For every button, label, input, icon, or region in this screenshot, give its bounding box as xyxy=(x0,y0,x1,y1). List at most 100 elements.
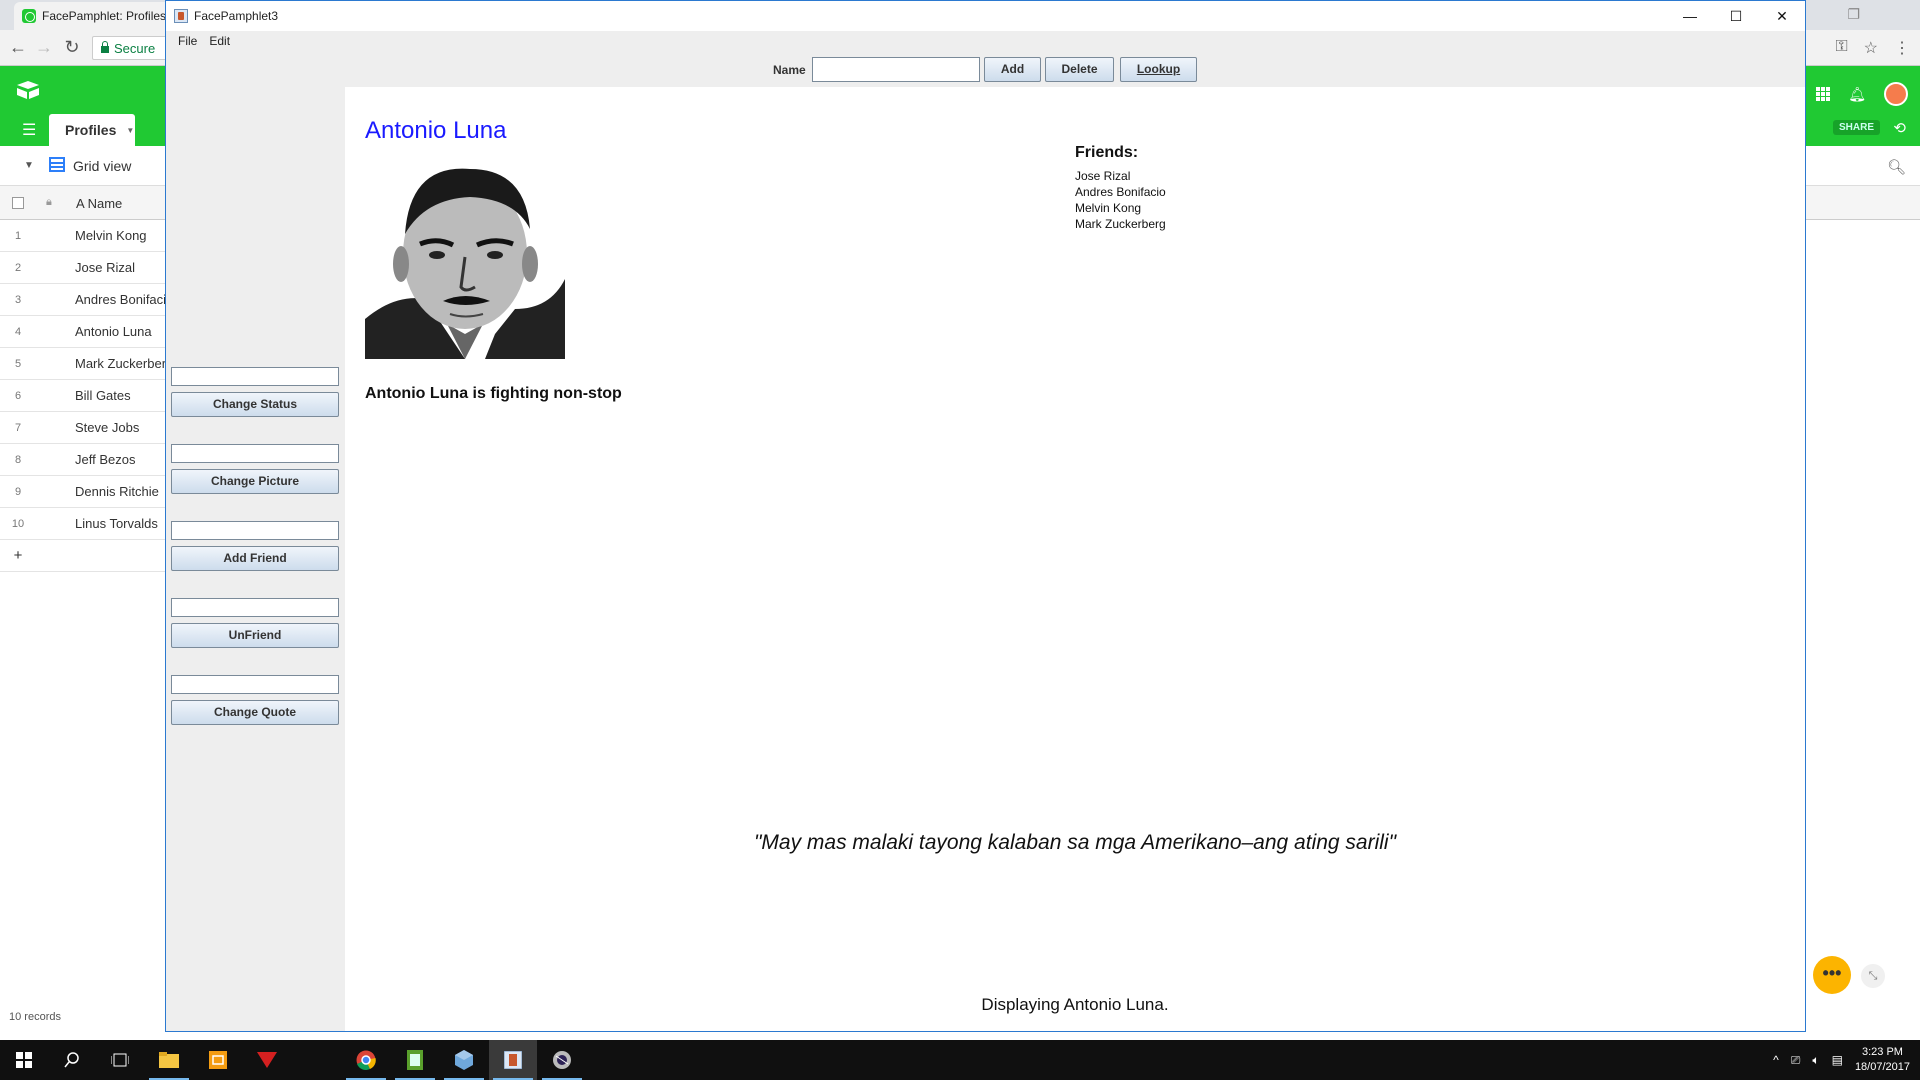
clock[interactable]: 3:23 PM 18/07/2017 xyxy=(1855,1045,1910,1075)
change-picture-button[interactable]: Change Picture xyxy=(171,469,339,494)
collapse-icon[interactable]: ⤡ xyxy=(1861,964,1885,988)
lock-icon xyxy=(101,40,109,53)
share-button[interactable]: SHARE xyxy=(1832,120,1880,135)
maximize-button[interactable]: ☐ xyxy=(1713,1,1759,31)
table-row[interactable]: 5 Mark Zuckerberg xyxy=(0,348,173,380)
profile-picture xyxy=(365,159,565,359)
browser-tab[interactable]: FacePamphlet: Profiles xyxy=(14,2,174,30)
select-all-checkbox[interactable] xyxy=(12,197,24,209)
more-actions-button[interactable]: ••• xyxy=(1813,956,1851,994)
add-button[interactable]: Add xyxy=(984,57,1041,82)
apps-grid-icon[interactable] xyxy=(1816,87,1831,101)
red-arrow-app-icon[interactable] xyxy=(243,1040,291,1080)
back-arrow-icon[interactable]: ← xyxy=(8,38,28,56)
unfriend-field[interactable] xyxy=(171,598,339,617)
table-row[interactable]: 1 Melvin Kong xyxy=(0,220,170,252)
minimize-button[interactable]: — xyxy=(1667,1,1713,31)
avatar[interactable] xyxy=(1884,82,1908,106)
row-number: 3 xyxy=(14,293,22,306)
search-taskbar-icon[interactable] xyxy=(48,1040,96,1080)
profile-quote: "May mas malaki tayong kalaban sa mga Am… xyxy=(753,831,1397,854)
picture-field[interactable] xyxy=(171,444,339,463)
table-row[interactable]: 7 Steve Jobs xyxy=(0,412,170,444)
chrome-menu-icon[interactable]: ⋮ xyxy=(1894,38,1910,58)
table-row[interactable]: 4 Antonio Luna xyxy=(0,316,170,348)
java-app-taskbar-icon[interactable] xyxy=(489,1040,537,1080)
secure-label: Secure xyxy=(114,40,156,56)
system-tray: ^ ⎚ 🔈︎ ▤ 3:23 PM 18/07/2017 xyxy=(1773,1040,1910,1080)
lookup-button[interactable]: Lookup xyxy=(1120,57,1197,82)
table-row[interactable]: 8 Jeff Bezos xyxy=(0,444,170,476)
name-input[interactable] xyxy=(812,57,980,82)
change-quote-button[interactable]: Change Quote xyxy=(171,700,339,725)
chevron-down-icon[interactable]: ▼ xyxy=(126,126,134,135)
window-title: FacePamphlet3 xyxy=(194,9,279,23)
table-row[interactable]: 6 Bill Gates xyxy=(0,380,170,412)
row-number: 10 xyxy=(11,517,25,530)
name-cell[interactable]: Andres Bonifacio xyxy=(75,292,173,307)
name-cell[interactable]: Dennis Ritchie xyxy=(75,484,159,499)
history-icon[interactable]: ⟲ xyxy=(1893,119,1906,137)
name-cell[interactable]: Linus Torvalds xyxy=(75,516,158,531)
volume-icon[interactable]: 🔈︎ xyxy=(1812,1053,1819,1068)
airtable-favicon-icon xyxy=(22,9,36,23)
table-row[interactable]: 3 Andres Bonifacio xyxy=(0,284,173,316)
task-view-icon[interactable] xyxy=(96,1040,144,1080)
add-friend-button[interactable]: Add Friend xyxy=(171,546,339,571)
windows-logo-icon xyxy=(16,1052,32,1068)
delete-button[interactable]: Delete xyxy=(1045,57,1114,82)
action-center-icon[interactable]: ▤ xyxy=(1832,1053,1843,1067)
reload-icon[interactable]: ↻ xyxy=(62,38,82,56)
key-icon[interactable]: ⚿ xyxy=(1835,38,1847,58)
table-row[interactable]: 2 Jose Rizal xyxy=(0,252,170,284)
name-cell[interactable]: Jose Rizal xyxy=(75,260,135,275)
close-button[interactable]: ✕ xyxy=(1759,1,1805,31)
notepad-app-icon[interactable] xyxy=(391,1040,439,1080)
table-row[interactable]: 10 Linus Torvalds xyxy=(0,508,170,540)
name-cell[interactable]: Jeff Bezos xyxy=(75,452,135,467)
friend-item: Mark Zuckerberg xyxy=(1075,217,1166,231)
add-record-row[interactable]: + xyxy=(0,540,170,572)
friend-field[interactable] xyxy=(171,521,339,540)
virtualbox-icon[interactable] xyxy=(440,1040,488,1080)
table-tab-profiles[interactable]: Profiles ▼ xyxy=(49,114,135,146)
row-number: 8 xyxy=(14,453,22,466)
restore-icon[interactable]: ❐ xyxy=(1847,6,1860,23)
bookmark-star-icon[interactable]: ☆ xyxy=(1864,38,1878,58)
name-cell[interactable]: Melvin Kong xyxy=(75,228,147,243)
address-bar[interactable]: Secure xyxy=(92,36,172,60)
name-cell[interactable]: Bill Gates xyxy=(75,388,131,403)
start-button[interactable] xyxy=(0,1040,48,1080)
show-hidden-icons-icon[interactable]: ^ xyxy=(1773,1053,1779,1067)
name-cell[interactable]: Steve Jobs xyxy=(75,420,139,435)
unfriend-button[interactable]: UnFriend xyxy=(171,623,339,648)
table-row[interactable]: 9 Dennis Ritchie xyxy=(0,476,170,508)
quote-field[interactable] xyxy=(171,675,339,694)
menu-file[interactable]: File xyxy=(172,34,203,48)
eclipse-app-icon[interactable] xyxy=(538,1040,586,1080)
clock-time: 3:23 PM xyxy=(1861,1046,1903,1058)
forward-arrow-icon[interactable]: → xyxy=(34,38,54,56)
hamburger-menu-icon[interactable]: ☰ xyxy=(22,120,36,140)
grid-view-icon xyxy=(49,157,65,172)
name-column-header[interactable]: A Name xyxy=(76,196,122,211)
menu-edit[interactable]: Edit xyxy=(203,34,236,48)
view-caret-icon[interactable]: ▼ xyxy=(24,160,34,171)
status-field[interactable] xyxy=(171,367,339,386)
view-name[interactable]: Grid view xyxy=(73,158,131,174)
add-record-icon[interactable]: + xyxy=(0,547,36,564)
network-icon[interactable]: ⎚ xyxy=(1791,1053,1801,1068)
notification-bell-icon[interactable]: 🔔︎ xyxy=(1848,86,1866,103)
file-explorer-icon[interactable] xyxy=(145,1040,193,1080)
presentation-app-icon[interactable] xyxy=(194,1040,242,1080)
name-cell[interactable]: Antonio Luna xyxy=(75,324,152,339)
row-number: 6 xyxy=(14,389,22,402)
record-count: 10 records xyxy=(9,1011,61,1023)
friends-list: Jose Rizal Andres Bonifacio Melvin Kong … xyxy=(1075,168,1166,232)
chrome-taskbar-icon[interactable] xyxy=(342,1040,390,1080)
search-icon[interactable]: 🔍︎ xyxy=(1887,158,1906,176)
airtable-logo-icon[interactable] xyxy=(16,80,40,100)
change-status-button[interactable]: Change Status xyxy=(171,392,339,417)
taskbar: ^ ⎚ 🔈︎ ▤ 3:23 PM 18/07/2017 xyxy=(0,1040,1920,1080)
name-cell[interactable]: Mark Zuckerberg xyxy=(75,356,173,371)
